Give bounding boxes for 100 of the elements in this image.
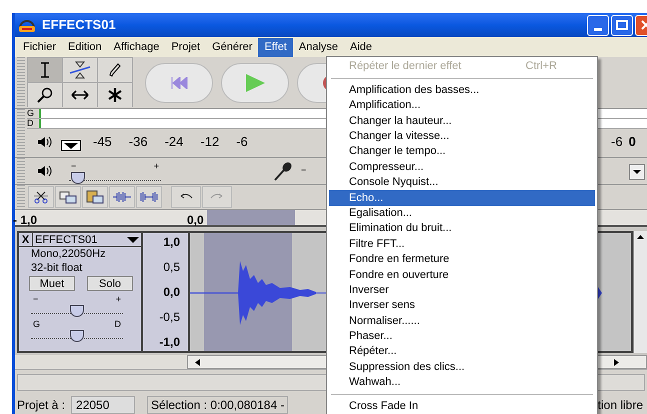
menu-item[interactable]: Inverser bbox=[329, 282, 595, 298]
envelope-icon bbox=[69, 61, 91, 79]
menu-item[interactable]: Inverser sens bbox=[329, 298, 595, 314]
menu-item[interactable]: Wahwah... bbox=[329, 374, 595, 390]
paste-icon bbox=[86, 190, 104, 204]
slider-max-label: + bbox=[154, 162, 159, 170]
microphone-icon bbox=[273, 161, 293, 181]
amplitude-label: -1,0 bbox=[159, 334, 180, 351]
maximize-button[interactable] bbox=[611, 14, 633, 36]
tool-button[interactable] bbox=[63, 58, 97, 82]
menu-item[interactable]: Changer le tempo... bbox=[329, 144, 595, 160]
i-beam-icon bbox=[39, 62, 51, 78]
tool-button[interactable] bbox=[63, 83, 97, 107]
menu-item[interactable]: Amplification des basses... bbox=[329, 82, 595, 98]
menu-item[interactable]: Filtre FFT... bbox=[329, 236, 595, 252]
paste-audio-button[interactable] bbox=[82, 186, 108, 208]
meter-scale-label: -6 bbox=[236, 133, 248, 152]
meter-scale-label: -12 bbox=[200, 133, 220, 152]
toolbar-grip[interactable] bbox=[17, 57, 25, 108]
speaker-icon bbox=[37, 165, 53, 177]
toolbar-grip[interactable] bbox=[17, 158, 25, 184]
headphones-icon bbox=[18, 17, 36, 33]
tool-button[interactable] bbox=[28, 83, 62, 107]
menu-bar-item[interactable]: Effet bbox=[258, 38, 293, 56]
menu-bar-item[interactable]: Analyse bbox=[292, 38, 344, 56]
menu-item[interactable]: Changer la vitesse... bbox=[329, 128, 595, 144]
double-arrow-icon bbox=[71, 90, 89, 100]
copy-audio-button[interactable] bbox=[55, 186, 81, 208]
trim-scissors-button[interactable] bbox=[28, 186, 54, 208]
menu-item[interactable]: Suppression des clics... bbox=[329, 359, 595, 375]
channel-label: G bbox=[27, 109, 36, 118]
slider-thumb[interactable] bbox=[71, 172, 86, 184]
menu-bar-item[interactable]: Affichage bbox=[108, 38, 166, 56]
slider-track[interactable] bbox=[31, 304, 123, 314]
dropdown-button[interactable] bbox=[629, 164, 645, 180]
tool-button[interactable] bbox=[28, 58, 62, 82]
menu-item[interactable]: Changer la hauteur... bbox=[329, 113, 595, 129]
ruler-label: - 1,0 bbox=[13, 212, 38, 229]
amplitude-label: 0,5 bbox=[163, 259, 180, 276]
slider-track[interactable] bbox=[31, 329, 123, 339]
project-rate-label: Projet à : bbox=[17, 397, 66, 414]
menu-item[interactable]: Egalisation... bbox=[329, 206, 595, 221]
caret-icon bbox=[633, 170, 641, 174]
menu-bar-item[interactable]: Edition bbox=[62, 38, 108, 56]
menu-item[interactable]: Console Nyquist... bbox=[329, 174, 595, 190]
dropdown-arrow-icon[interactable] bbox=[61, 140, 81, 150]
maximize-icon bbox=[616, 20, 628, 30]
track-info-text: 32-bit float bbox=[30, 261, 84, 275]
undo-button[interactable] bbox=[171, 186, 201, 208]
slider-max-label: D bbox=[114, 320, 121, 329]
copy-icon bbox=[59, 190, 77, 204]
redo-icon bbox=[210, 193, 224, 201]
track-toggle-button[interactable]: Muet bbox=[29, 276, 75, 291]
menu-bar-item[interactable]: Fichier bbox=[17, 38, 62, 56]
toolbar-grip[interactable] bbox=[17, 185, 25, 209]
menu-item[interactable]: Compresseur... bbox=[329, 159, 595, 175]
menu-bar-item[interactable]: Aide bbox=[344, 38, 378, 56]
selection-status-text: Sélection : 0:00,080184 - bbox=[147, 396, 288, 414]
slider-track[interactable] bbox=[69, 170, 161, 180]
tool-button[interactable] bbox=[98, 83, 132, 107]
vertical-scrollbar[interactable] bbox=[633, 231, 647, 353]
toolbar-grip[interactable] bbox=[17, 109, 25, 157]
slider-min-label: − bbox=[71, 162, 76, 170]
tool-button[interactable] bbox=[98, 58, 132, 82]
channel-label: D bbox=[27, 119, 34, 128]
slider-thumb[interactable] bbox=[70, 330, 84, 342]
ruler-label: 0,0 bbox=[187, 212, 204, 229]
status-text: tion libre bbox=[598, 397, 643, 414]
slider-min-label: G bbox=[33, 320, 40, 329]
menu-item[interactable]: Amplification... bbox=[329, 98, 595, 114]
menu-item[interactable]: Cross Fade In bbox=[329, 398, 595, 414]
silence-button[interactable] bbox=[136, 186, 162, 208]
undo-icon bbox=[179, 193, 193, 201]
amplitude-label: -0,5 bbox=[159, 309, 180, 326]
menu-item[interactable]: Normaliser...... bbox=[329, 313, 595, 329]
play-icon bbox=[245, 74, 265, 92]
skip-start-button[interactable] bbox=[145, 62, 213, 102]
menu-bar-item[interactable]: Générer bbox=[206, 38, 258, 56]
waveform-trim-icon bbox=[113, 190, 131, 204]
menu-bar-item[interactable]: Projet bbox=[165, 38, 206, 56]
slider-thumb[interactable] bbox=[70, 305, 84, 317]
menu-item[interactable]: Fondre en fermeture bbox=[329, 252, 595, 268]
menu-item[interactable]: Elimination du bruit... bbox=[329, 220, 595, 236]
trim-outside-button[interactable] bbox=[109, 186, 135, 208]
meter-scale-label: -24 bbox=[164, 133, 184, 152]
menu-item[interactable]: Phaser... bbox=[329, 328, 595, 344]
magnifier-icon bbox=[37, 87, 53, 103]
track-close-button[interactable]: X bbox=[19, 233, 33, 246]
amplitude-label: 1,0 bbox=[163, 234, 180, 251]
menu-item[interactable]: Répéter... bbox=[329, 344, 595, 360]
slider-min-label: − bbox=[33, 295, 38, 304]
pencil-icon bbox=[109, 63, 121, 77]
track-name-menu[interactable]: EFFECTS01 bbox=[33, 233, 141, 246]
project-rate-field[interactable]: 22050 bbox=[71, 396, 136, 414]
waveform-split-icon bbox=[140, 190, 158, 204]
minimize-button[interactable] bbox=[587, 14, 609, 36]
menu-item[interactable]: Echo... bbox=[329, 190, 595, 206]
amplitude-label: 0,0 bbox=[163, 284, 180, 301]
menu-item[interactable]: Fondre en ouverture bbox=[329, 267, 595, 282]
track-toggle-button[interactable]: Solo bbox=[87, 276, 133, 291]
